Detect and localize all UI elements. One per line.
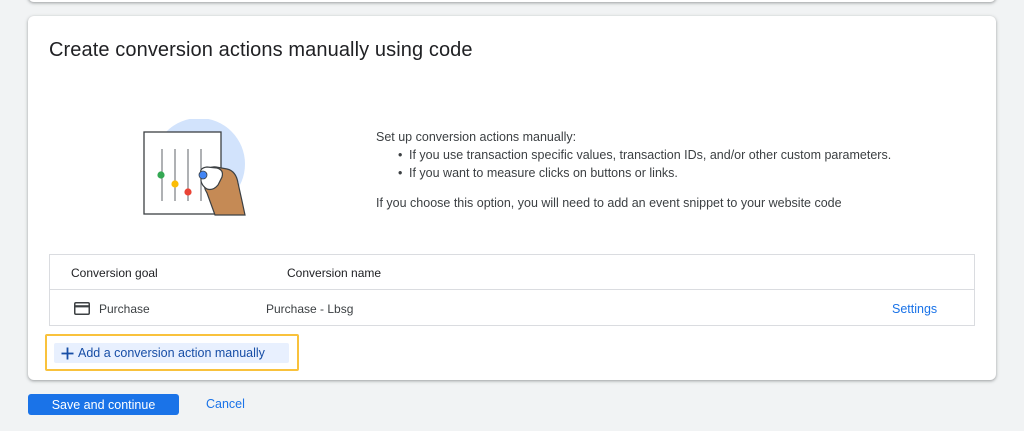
description: Set up conversion actions manually: If y… xyxy=(376,128,891,212)
manual-conversion-card: Create conversion actions manually using… xyxy=(28,16,996,380)
previous-card xyxy=(28,0,996,2)
section-title: Create conversion actions manually using… xyxy=(49,39,473,61)
description-note: If you choose this option, you will need… xyxy=(376,196,842,210)
header-conversion-name: Conversion name xyxy=(287,266,382,280)
add-action-highlight: Add a conversion action manually xyxy=(45,334,299,371)
description-intro: Set up conversion actions manually: xyxy=(376,130,577,144)
description-bullets: If you use transaction specific values, … xyxy=(398,146,891,182)
plus-icon xyxy=(61,347,74,359)
settings-link[interactable]: Settings xyxy=(892,302,937,316)
header-conversion-goal: Conversion goal xyxy=(71,266,158,280)
table-row: Purchase Purchase - Lbsg Settings xyxy=(50,290,974,326)
bullet-item: If you use transaction specific values, … xyxy=(398,146,891,164)
conversion-table: Conversion goal Conversion name Purchase… xyxy=(49,254,975,326)
row-goal: Purchase xyxy=(99,302,150,316)
cancel-button[interactable]: Cancel xyxy=(206,397,245,411)
table-header: Conversion goal Conversion name xyxy=(50,255,974,290)
credit-card-icon xyxy=(74,302,90,315)
sliders-hand-illustration xyxy=(143,119,246,216)
save-and-continue-button[interactable]: Save and continue xyxy=(28,394,179,415)
add-conversion-action-label: Add a conversion action manually xyxy=(78,346,265,360)
bullet-item: If you want to measure clicks on buttons… xyxy=(398,164,891,182)
row-conversion-name: Purchase - Lbsg xyxy=(266,302,354,316)
add-conversion-action-button[interactable]: Add a conversion action manually xyxy=(54,343,289,363)
